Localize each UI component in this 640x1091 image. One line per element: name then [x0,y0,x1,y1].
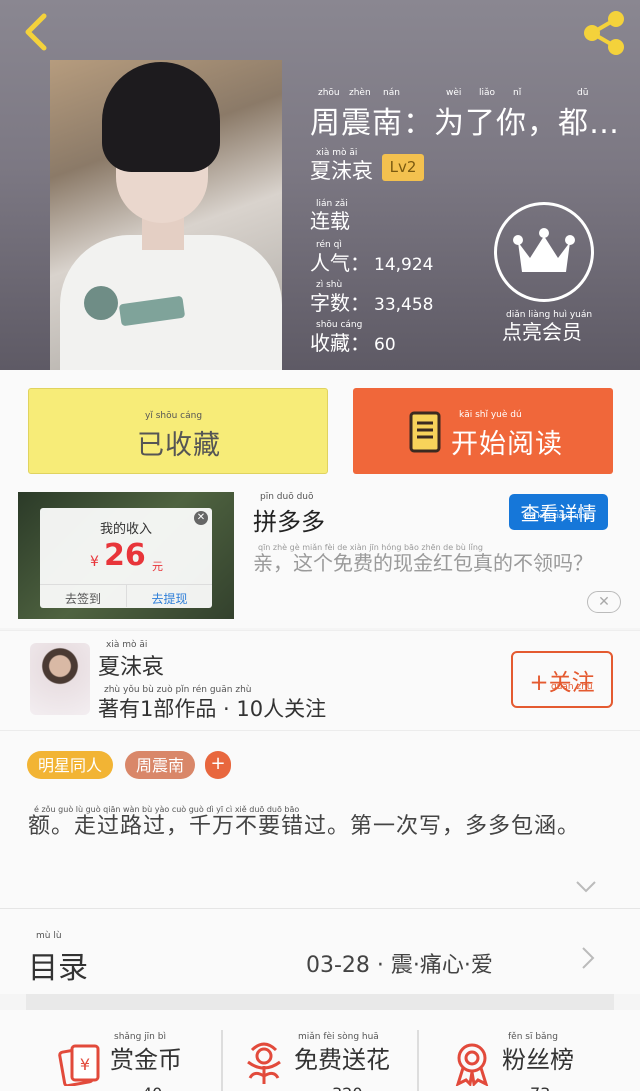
ad-amount: 26 [104,538,146,573]
add-tag-button[interactable]: + [205,751,231,779]
ad-brand-pinyin: pīn duō duō [260,492,314,502]
title-pinyin: dū [577,88,589,98]
start-reading-button[interactable]: kāi shǐ yuè dú 开始阅读 [353,388,613,474]
book-icon [409,411,441,453]
title-pinyin: zhèn [349,88,371,98]
ad-brand[interactable]: 拼多多 [253,502,325,537]
reward-coins-button[interactable]: ¥ shǎng jīn bì 赏金币 40 [58,1010,218,1091]
favorites-stat: 收藏： 60 [310,327,396,356]
ad-detail-pinyin: chá kàn xiáng qíng [523,512,590,520]
title-pinyin: zhōu [318,88,340,98]
word-count-stat: 字数： 33,458 [310,287,433,316]
collect-label: 已收藏 [137,430,221,461]
reward-label: 赏金币 [110,1046,182,1074]
divider [417,1030,419,1091]
read-pinyin: kāi shǐ yuè dú [459,410,522,420]
ad-detail-button[interactable]: chá kàn xiáng qíng 查看详情 [509,494,608,530]
title-pinyin: nán [383,88,400,98]
author-row[interactable]: xià mò āi 夏沫哀 zhù yǒu bù zuò pǐn rén guā… [0,630,640,730]
popularity-label: 人气： [310,251,370,275]
vip-button[interactable] [494,202,594,302]
ad-close-button[interactable]: ✕ [587,591,621,613]
author-meta: 著有1部作品 · 10人关注 [98,697,327,721]
tag-list: 明星同人 周震南 + [0,730,640,788]
tag-item[interactable]: 周震南 [125,751,195,779]
free-flower-button[interactable]: miǎn fèi sòng huā 免费送花 320 [242,1010,412,1091]
catalog-row[interactable]: mù lù 目录 03-28 · 震·痛心·爱 [0,908,640,994]
ad-unit: 元 [152,560,163,573]
ad-currency: ¥ [90,554,99,570]
ad-income-card: ✕ 我的收入 ¥ 26 元 去签到 去提现 [40,508,212,608]
follow-pinyin: guān zhù [551,682,593,692]
ad-card-title: 我的收入 [99,522,152,537]
catalog-pinyin: mù lù [36,931,62,941]
popularity-value: 14,924 [374,255,434,275]
bottom-bar: ¥ shǎng jīn bì 赏金币 40 miǎn fèi sòng huā … [0,1010,640,1091]
popularity-stat: 人气： 14,924 [310,247,433,276]
serial-status: 连载 [310,209,350,233]
ad-withdraw: 去提现 [126,584,212,607]
favorites-value: 60 [374,335,396,355]
back-chevron-icon[interactable] [18,10,58,54]
vip-label[interactable]: 点亮会员 [502,316,582,345]
action-bar: yǐ shōu cáng 已收藏 kāi shǐ yuè dú 开始阅读 [0,370,640,488]
fans-label: 粉丝榜 [502,1046,574,1074]
book-header: zhōu zhèn nán wèi liǎo nǐ dū 周震南：为了你，都… … [0,0,640,370]
fans-count: 73 [530,1084,550,1091]
follow-button[interactable]: guān zhù +关注 [511,651,613,708]
medal-icon [455,1043,489,1086]
book-title: 周震南：为了你，都… [310,106,620,141]
avatar[interactable] [30,643,90,715]
author-name[interactable]: 夏沫哀 [98,649,164,681]
author-link[interactable]: 夏沫哀 [310,155,373,185]
favorites-label: 收藏： [310,331,370,355]
ad-image[interactable]: ✕ 我的收入 ¥ 26 元 去签到 去提现 [18,492,234,619]
title-pinyin: wèi [446,88,462,98]
chevron-right-icon [582,947,595,969]
latest-chapter: 03-28 · 震·痛心·爱 [306,953,493,978]
flower-icon [247,1042,281,1084]
tag-item[interactable]: 明星同人 [27,751,113,779]
divider [221,1030,223,1091]
catalog-title: 目录 [28,951,88,986]
ad-description[interactable]: 亲，这个免费的现金红包真的不领吗？ [253,548,613,579]
level-badge: Lv2 [382,154,424,181]
title-pinyin: nǐ [513,88,522,98]
book-intro[interactable]: é zǒu guò lù guò qiān wàn bù yào cuò guò… [0,788,640,908]
red-envelope-icon: ¥ [58,1044,100,1086]
chevron-down-icon[interactable] [575,880,597,894]
crown-icon [513,228,575,272]
share-icon[interactable] [580,10,628,56]
book-cover-image[interactable] [50,60,282,370]
ad-signin: 去签到 [40,584,126,607]
words-value: 33,458 [374,295,434,315]
divider [26,994,614,1010]
reward-count: 40 [142,1084,162,1091]
intro-text: 额。走过路过，千万不要错过。第一次写，多多包涵。 [28,814,581,839]
read-label: 开始阅读 [451,429,563,460]
words-label: 字数： [310,291,370,315]
fans-ranking-button[interactable]: fěn sī bǎng 粉丝榜 73 [450,1010,600,1091]
flower-label: 免费送花 [294,1046,390,1074]
svg-text:¥: ¥ [80,1055,90,1074]
collected-button[interactable]: yǐ shōu cáng 已收藏 [28,388,328,474]
title-pinyin: liǎo [479,88,496,98]
flower-count: 320 [332,1084,363,1091]
collect-pinyin: yǐ shōu cáng [145,411,203,421]
